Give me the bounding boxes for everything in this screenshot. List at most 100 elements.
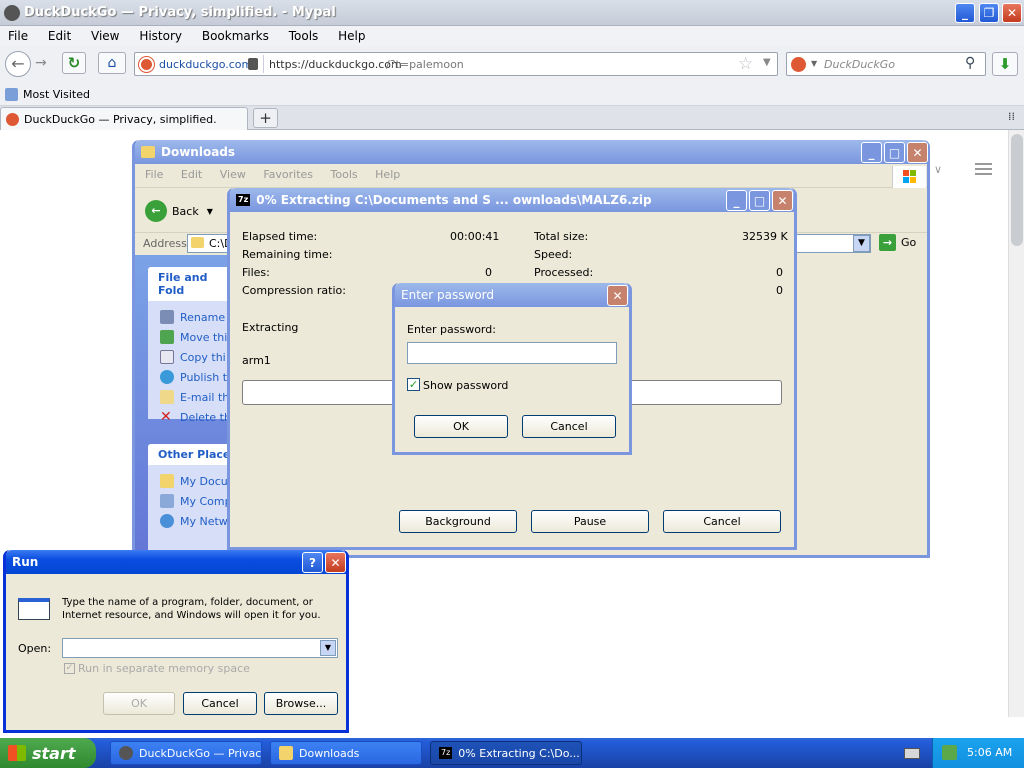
bookmark-most-visited[interactable]: Most Visited [23, 88, 90, 101]
browser-menubar: File Edit View History Bookmarks Tools H… [0, 26, 1024, 46]
my-documents-icon [160, 474, 174, 488]
copy-icon [160, 350, 174, 364]
show-password-checkbox[interactable]: ✓ [407, 378, 420, 391]
windows-logo-icon [892, 166, 926, 188]
bookmarks-toolbar: Most Visited [0, 84, 1024, 106]
menu-view[interactable]: View [91, 29, 119, 43]
navigation-toolbar: ← → ↻ ⌂ duckduckgo.com https://duckduckg… [0, 46, 1024, 84]
password-input[interactable] [407, 342, 617, 364]
dl-menu-favorites[interactable]: Favorites [263, 168, 313, 181]
go-button[interactable]: → Go [879, 234, 916, 251]
downloads-maximize-button[interactable]: □ [884, 142, 905, 163]
page-chevron-down-icon[interactable]: ∨ [934, 163, 942, 176]
start-button[interactable]: start [0, 738, 96, 768]
downloads-minimize-button[interactable]: _ [861, 142, 882, 163]
dl-menu-tools[interactable]: Tools [331, 168, 358, 181]
7zip-taskbar-icon: 7z [439, 747, 453, 759]
run-help-button[interactable]: ? [302, 552, 323, 573]
start-label: start [32, 743, 76, 763]
reload-icon[interactable]: ↻ [62, 52, 86, 74]
download-icon[interactable]: ⬇ [992, 52, 1018, 76]
run-titlebar[interactable]: Run [6, 550, 346, 574]
extracting-label: Extracting [242, 321, 299, 334]
downloads-title: Downloads [161, 145, 236, 159]
password-close-button[interactable]: ✕ [607, 285, 628, 306]
search-input[interactable]: DuckDuckGo [824, 58, 895, 71]
password-label: Enter password: [407, 323, 496, 336]
pause-button[interactable]: Pause [531, 510, 649, 533]
keyboard-icon[interactable] [904, 748, 920, 759]
run-program-icon [18, 598, 50, 620]
new-tab-button[interactable]: + [253, 108, 278, 128]
total-size-value: 32539 K [742, 230, 788, 243]
show-password-label[interactable]: Show password [423, 379, 508, 392]
url-dropdown-icon[interactable]: ▼ [763, 57, 771, 68]
scrollbar-thumb[interactable] [1011, 134, 1023, 246]
search-icon[interactable]: ⚲ [965, 55, 975, 71]
password-ok-button[interactable]: OK [414, 415, 508, 438]
dl-menu-help[interactable]: Help [375, 168, 400, 181]
url-bar[interactable]: duckduckgo.com https://duckduckgo.com /?… [134, 52, 778, 76]
forward-icon[interactable]: → [35, 55, 47, 71]
taskbar-item-downloads[interactable]: Downloads [270, 741, 422, 765]
menu-bookmarks[interactable]: Bookmarks [202, 29, 269, 43]
network-icon[interactable] [942, 745, 957, 760]
tab-duckduckgo[interactable]: DuckDuckGo — Privacy, simplified. [0, 107, 248, 130]
clock: 5:06 AM [967, 746, 1013, 759]
open-dropdown-icon[interactable]: ▼ [320, 640, 336, 656]
back-button[interactable]: ← Back ▼ [145, 198, 213, 224]
minimize-button[interactable]: _ [955, 3, 975, 23]
remaining-label: Remaining time: [242, 248, 333, 261]
url-divider [263, 55, 264, 73]
menu-edit[interactable]: Edit [48, 29, 71, 43]
home-icon[interactable]: ⌂ [98, 52, 126, 74]
star-icon[interactable]: ☆ [738, 54, 753, 74]
password-cancel-button[interactable]: Cancel [522, 415, 616, 438]
address-dropdown-icon[interactable]: ▼ [853, 235, 870, 252]
menu-help[interactable]: Help [338, 29, 365, 43]
site-identity[interactable]: duckduckgo.com [159, 58, 252, 71]
password-dialog: Enter password ✕ Enter password: ✓ Show … [392, 283, 632, 455]
downloads-titlebar[interactable]: Downloads [135, 140, 927, 164]
tab-list-icon[interactable]: ⁞⁞ [1008, 110, 1015, 123]
run-browse-button[interactable]: Browse... [264, 692, 338, 715]
speed-label: Speed: [534, 248, 573, 261]
url-host: https://duckduckgo.com [269, 58, 402, 71]
my-network-icon [160, 514, 174, 528]
menu-tools[interactable]: Tools [289, 29, 319, 43]
extract-cancel-button[interactable]: Cancel [663, 510, 781, 533]
open-input[interactable]: ▼ [62, 638, 338, 658]
password-titlebar[interactable]: Enter password [395, 283, 629, 307]
taskbar-item-browser[interactable]: DuckDuckGo — Privac... [110, 741, 262, 765]
taskbar-item-extract[interactable]: 7z 0% Extracting C:\Do... [430, 741, 582, 765]
dl-menu-file[interactable]: File [145, 168, 163, 181]
chevron-down-icon: ▼ [811, 59, 818, 68]
downloads-close-button[interactable]: ✕ [907, 142, 928, 163]
total-size-label: Total size: [534, 230, 589, 243]
back-dropdown-icon[interactable]: ▼ [207, 207, 213, 216]
page-menu-icon[interactable] [975, 163, 992, 175]
run-close-button[interactable]: ✕ [325, 552, 346, 573]
extract-titlebar[interactable]: 7z 0% Extracting C:\Documents and S ... … [230, 188, 794, 212]
dl-menu-view[interactable]: View [220, 168, 246, 181]
background-button[interactable]: Background [399, 510, 517, 533]
dl-menu-edit[interactable]: Edit [181, 168, 202, 181]
browser-titlebar[interactable]: DuckDuckGo — Privacy, simplified. - Mypa… [0, 0, 1024, 26]
restore-button[interactable]: ❐ [979, 3, 999, 23]
menu-history[interactable]: History [139, 29, 182, 43]
extract-maximize-button[interactable]: □ [749, 190, 770, 211]
extract-minimize-button[interactable]: _ [726, 190, 747, 211]
menu-file[interactable]: File [8, 29, 28, 43]
system-tray: 5:06 AM [932, 738, 1024, 768]
browser-app-icon [4, 5, 20, 21]
run-description: Type the name of a program, folder, docu… [62, 597, 321, 621]
page-scrollbar[interactable] [1008, 130, 1024, 717]
search-engine-icon[interactable] [791, 57, 806, 72]
close-button[interactable]: ✕ [1002, 3, 1022, 23]
run-title: Run [12, 555, 39, 569]
extract-close-button[interactable]: ✕ [772, 190, 793, 211]
run-cancel-button[interactable]: Cancel [183, 692, 257, 715]
search-bar[interactable]: ▼ DuckDuckGo ⚲ [786, 52, 986, 76]
back-icon[interactable]: ← [5, 51, 31, 77]
extract-title: 0% Extracting C:\Documents and S ... own… [256, 193, 652, 207]
